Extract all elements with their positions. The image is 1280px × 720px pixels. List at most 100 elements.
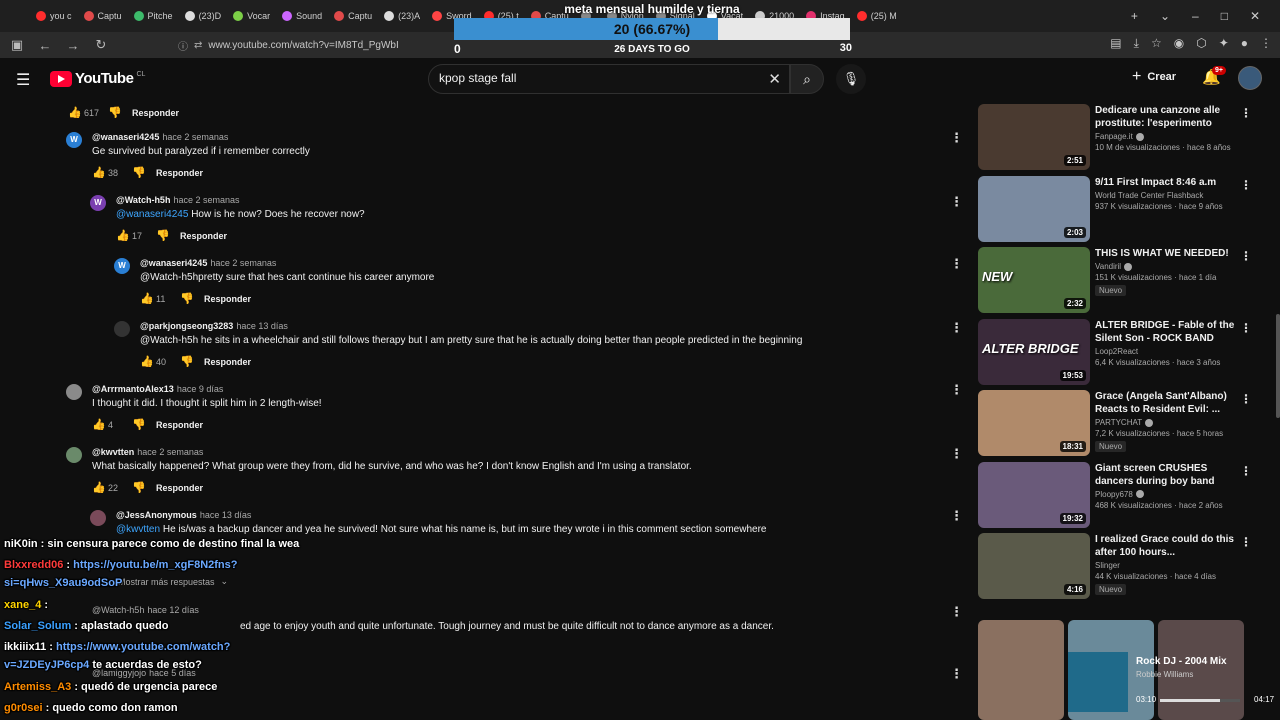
chat-username[interactable]: Blxxredd06 (4, 559, 63, 571)
dislike-icon[interactable]: 👎 (156, 229, 180, 242)
comment-author[interactable]: @ArrrmantoAlex13 (92, 384, 174, 394)
video-title[interactable]: I realized Grace could do this after 100… (1095, 533, 1235, 559)
back-icon[interactable]: ← (34, 38, 56, 53)
video-more-icon[interactable]: ⋮ (1240, 321, 1252, 335)
channel-name[interactable]: Slinger (1095, 561, 1120, 570)
dislike-icon[interactable]: 👎 (180, 355, 204, 368)
voice-search-button[interactable]: 🎙 (836, 64, 866, 94)
like-icon[interactable]: 👍 (140, 355, 156, 368)
channel-name[interactable]: Vandiril (1095, 262, 1121, 271)
comment-date[interactable]: hace 2 semanas (173, 195, 239, 205)
video-channel[interactable]: Loop2React (1095, 347, 1235, 356)
browser-tab[interactable]: Sound (276, 0, 328, 32)
like-icon[interactable]: 👍 (92, 166, 108, 179)
create-button[interactable]: + Crear (1132, 68, 1176, 86)
new-tab-icon[interactable]: + (1131, 9, 1138, 23)
video-channel[interactable]: Slinger (1095, 561, 1235, 570)
account-icon[interactable]: ◉ (1174, 36, 1184, 51)
comment-author[interactable]: @parkjongseong3283 (140, 321, 233, 331)
video-thumbnail[interactable]: 2:51 (978, 104, 1090, 170)
reply-button[interactable]: Responder (204, 294, 251, 304)
profile-icon[interactable]: ● (1241, 36, 1248, 51)
comment-avatar[interactable]: W (90, 195, 106, 211)
like-icon[interactable]: 👍 (92, 418, 108, 431)
tab-menu-icon[interactable]: ⌄ (1160, 9, 1170, 23)
reply-button[interactable]: Responder (156, 483, 203, 493)
search-input[interactable] (439, 71, 759, 85)
video-thumbnail[interactable]: 2:03 (978, 175, 1090, 242)
video-channel[interactable]: Ploopy678 (1095, 490, 1235, 499)
youtube-logo[interactable]: YouTube CL (50, 70, 145, 87)
browser-tab[interactable]: (23)D (179, 0, 228, 32)
site-info-icon[interactable]: ⓘ (178, 38, 188, 53)
video-more-icon[interactable]: ⋮ (1240, 535, 1252, 549)
video-thumbnail[interactable]: ALTER BRIDGE 19:53 (978, 318, 1090, 385)
comment-more-icon[interactable]: ⋮ (950, 130, 963, 146)
comment-more-icon[interactable]: ⋮ (950, 194, 963, 210)
video-thumbnail[interactable]: 19:32 (978, 461, 1090, 528)
comment-more-icon[interactable]: ⋮ (950, 508, 963, 524)
browser-tab[interactable]: Vocar (227, 0, 276, 32)
reply-button[interactable]: Responder (132, 108, 179, 118)
video-thumbnail[interactable]: 18:31 (978, 390, 1090, 456)
video-more-icon[interactable]: ⋮ (1240, 106, 1252, 120)
comment-date[interactable]: hace 13 días (200, 510, 252, 520)
video-card[interactable]: 2:51 Dedicare una canzone alle prostitute… (978, 104, 1268, 172)
video-channel[interactable]: Fanpage.it (1095, 132, 1235, 141)
video-card[interactable]: 19:32 Giant screen CRUSHES dancers during… (978, 461, 1268, 530)
comment-avatar[interactable] (66, 447, 82, 463)
close-window-icon[interactable]: ✕ (1250, 9, 1260, 23)
browser-tab[interactable]: Captu (328, 0, 378, 32)
reply-button[interactable]: Responder (156, 168, 203, 178)
download-icon[interactable]: ⤓ (1134, 36, 1139, 51)
chat-username[interactable]: Artemiss_A3 (4, 681, 71, 693)
comment-more-icon[interactable]: ⋮ (950, 256, 963, 272)
chat-username[interactable]: g0r0sei (4, 702, 43, 714)
reply-button[interactable]: Responder (204, 357, 251, 367)
video-title[interactable]: ALTER BRIDGE - Fable of the Silent Son -… (1095, 319, 1235, 345)
comment-avatar[interactable]: W (114, 258, 130, 274)
chat-link[interactable]: https://youtu.be/m_xgF8N2fns? (73, 559, 237, 571)
reply-button[interactable]: Responder (180, 231, 227, 241)
comment-avatar[interactable] (90, 510, 106, 526)
video-more-icon[interactable]: ⋮ (1240, 178, 1252, 192)
scrollbar-thumb[interactable] (1276, 314, 1280, 418)
sidebar-toggle-icon[interactable]: ▣ (6, 37, 28, 53)
chat-username[interactable]: niK0in (4, 538, 38, 550)
comment-author[interactable]: @kwvtten (92, 447, 134, 457)
video-title[interactable]: Giant screen CRUSHES dancers during boy … (1095, 462, 1235, 488)
browser-tab[interactable]: (25) M (851, 0, 903, 32)
extension-puzzle-icon[interactable]: ✦ (1219, 36, 1229, 51)
comment-more-icon[interactable]: ⋮ (950, 446, 963, 462)
video-title[interactable]: THIS IS WHAT WE NEEDED! (1095, 247, 1235, 260)
comment-more-icon[interactable]: ⋮ (950, 604, 963, 620)
channel-name[interactable]: Fanpage.it (1095, 132, 1133, 141)
comment-more-icon[interactable]: ⋮ (950, 382, 963, 398)
channel-name[interactable]: World Trade Center Flashback (1095, 191, 1203, 200)
bookmark-star-icon[interactable]: ☆ (1151, 36, 1162, 51)
comment-avatar[interactable] (66, 384, 82, 400)
comment-author[interactable]: @wanaseri4245 (140, 258, 207, 268)
video-channel[interactable]: PARTYCHAT (1095, 418, 1235, 427)
chat-username[interactable]: xane_4 (4, 599, 41, 611)
dislike-icon[interactable]: 👎 (132, 166, 156, 179)
like-icon[interactable]: 👍 (92, 481, 108, 494)
browser-tab[interactable]: (23)A (378, 0, 426, 32)
menu-icon[interactable]: ☰ (16, 70, 30, 90)
tune-icon[interactable]: ⇄ (194, 40, 202, 51)
comment-mention[interactable]: @wanaseri4245 (116, 209, 188, 220)
screenshot-icon[interactable]: ▤ (1110, 36, 1121, 51)
video-title[interactable]: Dedicare una canzone alle prostitute: l'… (1095, 104, 1235, 130)
video-card[interactable]: ALTER BRIDGE 19:53 ALTER BRIDGE - Fable of… (978, 318, 1268, 387)
comment-author[interactable]: @Watch-h5h (116, 195, 170, 205)
like-icon[interactable]: 👍 (140, 292, 156, 305)
like-icon[interactable]: 👍 (116, 229, 132, 242)
video-thumbnail[interactable]: NEW 2:32 (978, 247, 1090, 313)
chat-link[interactable]: v=JZDEyJP6cp4 (4, 659, 89, 671)
browser-menu-icon[interactable]: ⋮ (1260, 36, 1272, 51)
video-card[interactable]: 2:03 9/11 First Impact 8:46 a.m World Trad… (978, 175, 1268, 244)
comment-date[interactable]: hace 13 días (236, 321, 288, 331)
video-title[interactable]: Grace (Angela Sant'Albano) Reacts to Res… (1095, 390, 1235, 416)
dislike-icon[interactable]: 👎 (132, 418, 156, 431)
chat-username[interactable]: ikkiiix11 (4, 641, 46, 653)
